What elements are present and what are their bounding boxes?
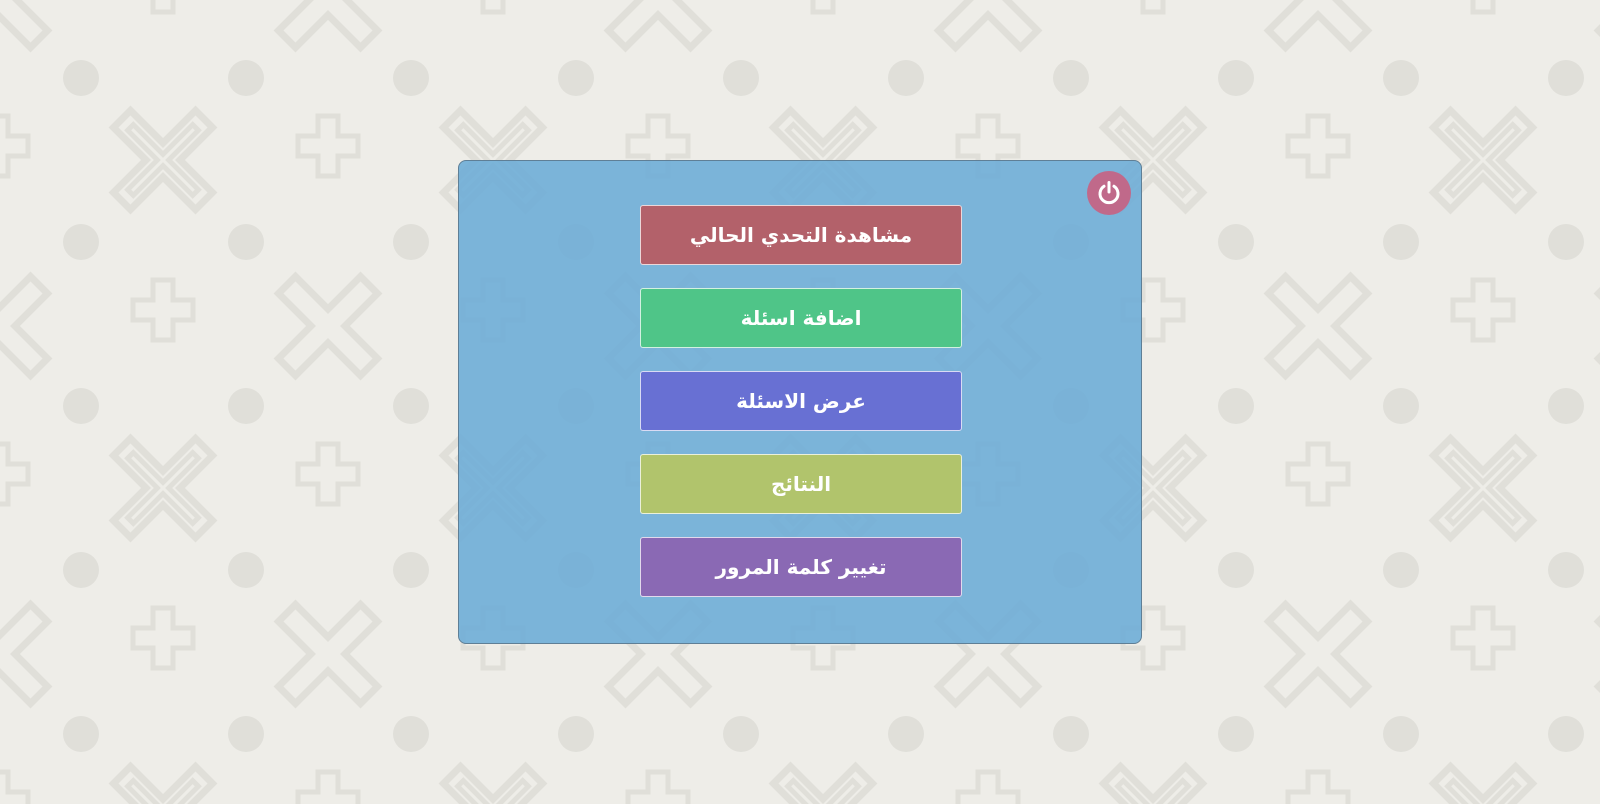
change-password-button[interactable]: تغيير كلمة المرور: [640, 537, 962, 597]
logout-button[interactable]: [1087, 171, 1131, 215]
view-questions-button[interactable]: عرض الاسئلة: [640, 371, 962, 431]
view-current-challenge-button[interactable]: مشاهدة التحدي الحالي: [640, 205, 962, 265]
power-icon: [1098, 181, 1120, 205]
results-button[interactable]: النتائج: [640, 454, 962, 514]
admin-panel: مشاهدة التحدي الحالي اضافة اسئلة عرض الا…: [458, 160, 1142, 644]
admin-menu: مشاهدة التحدي الحالي اضافة اسئلة عرض الا…: [640, 205, 962, 620]
add-questions-button[interactable]: اضافة اسئلة: [640, 288, 962, 348]
